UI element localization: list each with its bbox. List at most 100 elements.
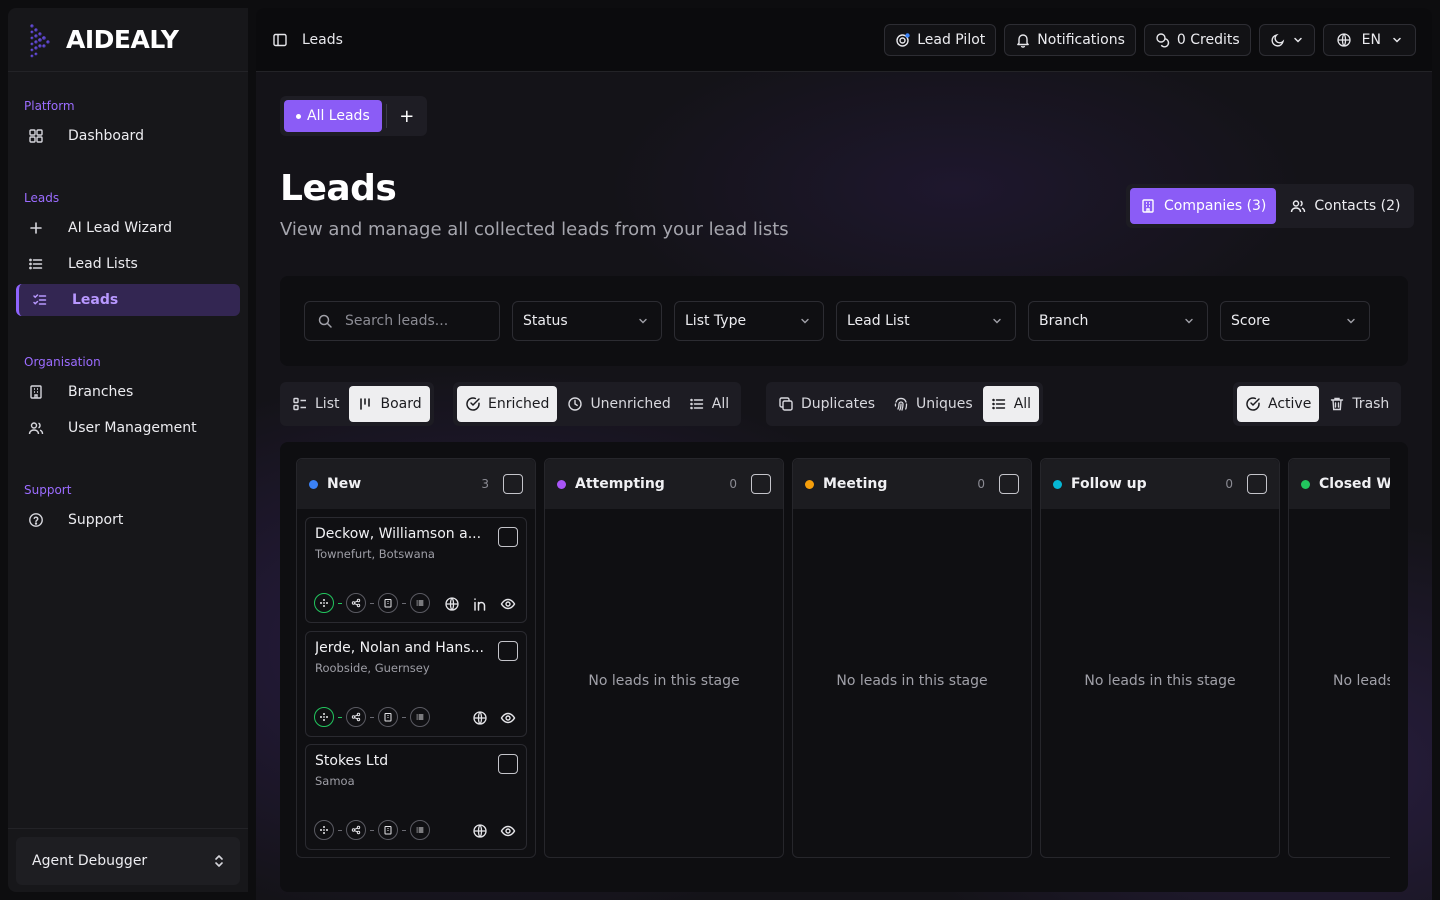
- column-count: 0: [1225, 477, 1233, 491]
- eye-icon[interactable]: [500, 710, 516, 726]
- list-check-icon: [32, 292, 48, 308]
- list-step-icon: [410, 707, 430, 727]
- sidebar-item-lead-lists[interactable]: Lead Lists: [16, 248, 240, 280]
- building-icon: [28, 384, 44, 400]
- empty-state: No leads in this stage: [588, 673, 740, 689]
- sidebar-item-support[interactable]: Support: [16, 504, 240, 536]
- language-label: EN: [1361, 31, 1381, 48]
- sidebar-item-label: Support: [68, 512, 124, 528]
- board-view-label: Board: [380, 396, 422, 412]
- select-all-checkbox[interactable]: [503, 474, 523, 494]
- tab-divider: [385, 104, 387, 128]
- enriched-filter-button[interactable]: Enriched: [457, 386, 558, 422]
- branch-select[interactable]: Branch: [1028, 301, 1208, 341]
- step-connector: [370, 829, 374, 831]
- lead-pilot-button[interactable]: Lead Pilot: [884, 23, 997, 56]
- credits-button[interactable]: 0 Credits: [1143, 23, 1251, 56]
- status-dot: [805, 479, 814, 489]
- building-step-icon: [378, 707, 398, 727]
- column-title: Attempting: [575, 476, 665, 492]
- lead-checkbox[interactable]: [498, 641, 518, 661]
- select-all-checkbox[interactable]: [751, 474, 771, 494]
- fingerprint-icon: [893, 396, 909, 412]
- duplicates-label: Duplicates: [801, 396, 875, 412]
- trash-filter-button[interactable]: Trash: [1321, 386, 1397, 422]
- nav-label-platform: Platform: [24, 99, 75, 113]
- sidebar-item-branches[interactable]: Branches: [16, 376, 240, 408]
- theme-toggle[interactable]: [1258, 23, 1315, 56]
- search-input[interactable]: Search leads...: [304, 301, 500, 341]
- page-subtitle: View and manage all collected leads from…: [280, 219, 789, 240]
- score-select[interactable]: Score: [1220, 301, 1370, 341]
- topbar: Leads Lead Pilot Notifications 0 Credits: [256, 8, 1432, 72]
- lead-card[interactable]: Jerde, Nolan and Hans... Roobside, Guern…: [305, 631, 527, 737]
- linkedin-icon[interactable]: [472, 596, 488, 612]
- list-view-button[interactable]: List: [284, 386, 347, 422]
- select-all-checkbox[interactable]: [1247, 474, 1267, 494]
- lead-checkbox[interactable]: [498, 754, 518, 774]
- sidebar-item-leads[interactable]: Leads: [16, 284, 240, 316]
- target-icon: [895, 32, 911, 48]
- notifications-button[interactable]: Notifications: [1004, 23, 1136, 56]
- active-filter-button[interactable]: Active: [1237, 386, 1320, 422]
- nav-group-leads: Leads AI Lead Wizard Lead Lists Leads: [8, 188, 248, 316]
- unenriched-filter-button[interactable]: Unenriched: [559, 386, 678, 422]
- all-enrichment-button[interactable]: All: [681, 386, 737, 422]
- share-step-icon: [346, 707, 366, 727]
- lead-list-select[interactable]: Lead List: [836, 301, 1016, 341]
- status-dot: [557, 479, 566, 489]
- empty-state: No leads: [1333, 673, 1390, 689]
- agent-debugger-label: Agent Debugger: [32, 853, 148, 869]
- column-count: 3: [481, 477, 489, 491]
- eye-icon[interactable]: [500, 823, 516, 839]
- lead-checkbox[interactable]: [498, 527, 518, 547]
- sidebar-toggle-icon[interactable]: [272, 32, 288, 48]
- sidebar-item-user-management[interactable]: User Management: [16, 412, 240, 444]
- trash-label: Trash: [1352, 396, 1390, 412]
- language-select[interactable]: EN: [1322, 23, 1416, 56]
- lead-card[interactable]: Stokes Ltd Samoa: [305, 744, 527, 850]
- lead-location: Roobside, Guernsey: [315, 661, 430, 675]
- sidebar-item-label: Branches: [68, 384, 134, 400]
- status-select[interactable]: Status: [512, 301, 662, 341]
- copy-icon: [778, 396, 794, 412]
- nav-label-support: Support: [24, 483, 72, 497]
- chevron-down-icon: [1391, 34, 1403, 46]
- empty-state: No leads in this stage: [836, 673, 988, 689]
- enrichment-steps: [314, 593, 430, 613]
- lead-card[interactable]: Deckow, Williamson a... Townefurt, Botsw…: [305, 517, 527, 623]
- add-tab-button[interactable]: +: [391, 100, 423, 132]
- eye-icon[interactable]: [500, 596, 516, 612]
- breadcrumb: Leads: [272, 32, 343, 48]
- list-icon: [991, 396, 1007, 412]
- column-count: 0: [729, 477, 737, 491]
- select-all-checkbox[interactable]: [999, 474, 1019, 494]
- duplicate-toggle: Duplicates Uniques All: [766, 382, 1044, 426]
- board-view-button[interactable]: Board: [349, 386, 430, 422]
- sidebar-footer: Agent Debugger: [8, 828, 248, 892]
- column-header: Attempting 0: [545, 459, 783, 509]
- contacts-toggle[interactable]: Contacts (2): [1280, 188, 1410, 224]
- card-actions: [472, 823, 516, 839]
- all-duplicates-button[interactable]: All: [982, 386, 1040, 422]
- globe-icon[interactable]: [472, 823, 488, 839]
- lead-list-select-label: Lead List: [847, 313, 910, 329]
- list-icon: [28, 256, 44, 272]
- companies-toggle[interactable]: Companies (3): [1130, 188, 1277, 224]
- duplicates-filter-button[interactable]: Duplicates: [770, 386, 883, 422]
- agent-debugger-button[interactable]: Agent Debugger: [16, 837, 240, 885]
- sidebar-item-dashboard[interactable]: Dashboard: [16, 120, 240, 152]
- chevron-down-icon: [1183, 315, 1195, 327]
- list-type-select[interactable]: List Type: [674, 301, 824, 341]
- step-connector: [338, 716, 342, 718]
- status-dot: [1301, 479, 1310, 489]
- sidebar-item-ai-lead-wizard[interactable]: AI Lead Wizard: [16, 212, 240, 244]
- building-icon: [1140, 198, 1156, 214]
- globe-icon[interactable]: [472, 710, 488, 726]
- uniques-filter-button[interactable]: Uniques: [885, 386, 981, 422]
- logo[interactable]: AIDEALY: [8, 8, 248, 72]
- filter-bar: Search leads... Status List Type Lead Li…: [280, 276, 1408, 366]
- breadcrumb-current[interactable]: Leads: [302, 32, 343, 48]
- globe-icon[interactable]: [444, 596, 460, 612]
- tab-all-leads[interactable]: All Leads: [284, 100, 382, 132]
